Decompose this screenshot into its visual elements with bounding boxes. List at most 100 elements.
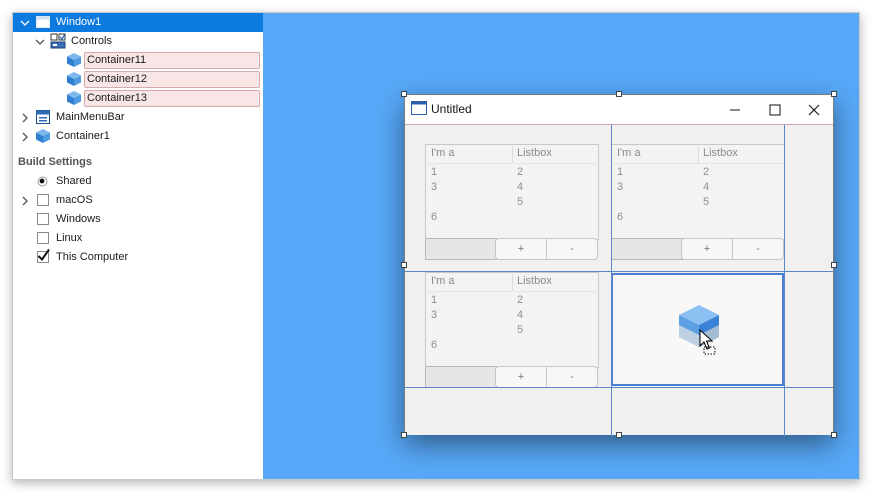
checkbox[interactable]	[37, 213, 49, 225]
remove-button[interactable]: -	[732, 238, 784, 260]
nav-item-label: Container13	[84, 90, 260, 107]
build-setting-linux[interactable]: Linux	[13, 229, 263, 248]
nav-item-controls[interactable]: Controls	[13, 32, 263, 51]
text-field[interactable]	[611, 238, 683, 260]
resize-handle[interactable]	[831, 262, 837, 268]
resize-handle[interactable]	[831, 91, 837, 97]
listbox-header: I'm a	[617, 147, 641, 159]
listbox-cell: 5	[517, 196, 524, 208]
column-separator	[698, 146, 699, 163]
window-icon	[35, 14, 51, 30]
drop-target-cell[interactable]	[611, 273, 784, 386]
listbox-header: Listbox	[517, 147, 552, 159]
nav-item-container11[interactable]: Container11	[13, 51, 263, 70]
container12[interactable]: I'm a Listbox 1 3 6 2 4 5 + -	[611, 144, 785, 260]
chevron-down-icon[interactable]	[34, 36, 46, 48]
build-setting-shared[interactable]: Shared	[13, 172, 263, 191]
checkbox-checked[interactable]	[37, 248, 50, 263]
listbox-cell: 2	[517, 166, 524, 178]
build-setting-macos[interactable]: macOS	[13, 191, 263, 210]
nav-item-label: Container11	[84, 52, 260, 69]
listbox[interactable]: I'm a Listbox 1 3 6 2 4 5	[425, 272, 599, 368]
nav-item-mainmenubar[interactable]: MainMenuBar	[13, 108, 263, 127]
listbox-cell: 6	[617, 211, 624, 223]
minimize-icon	[730, 109, 740, 110]
header-divider	[427, 163, 597, 164]
nav-item-label: Window1	[56, 16, 102, 28]
app-frame: Window1 Controls Container11 Container12…	[12, 12, 860, 480]
close-icon	[808, 104, 820, 115]
build-setting-label: macOS	[56, 194, 93, 206]
listbox[interactable]: I'm a Listbox 1 3 6 2 4 5	[611, 144, 785, 240]
chevron-right-icon[interactable]	[19, 131, 31, 143]
nav-item-label: Controls	[71, 35, 112, 47]
resize-handle[interactable]	[831, 432, 837, 438]
layout-editor-canvas[interactable]: Untitled I'm a Listbox 1 3 6 2 4 5 + - I…	[263, 13, 859, 479]
remove-button[interactable]: -	[546, 238, 598, 260]
container-icon	[66, 90, 82, 106]
listbox-toolbar: + -	[425, 238, 599, 260]
checkbox[interactable]	[37, 232, 49, 244]
maximize-icon	[769, 104, 781, 115]
container11[interactable]: I'm a Listbox 1 3 6 2 4 5 + -	[425, 144, 599, 260]
chevron-right-icon[interactable]	[19, 112, 31, 124]
build-setting-windows[interactable]: Windows	[13, 210, 263, 229]
listbox-header: I'm a	[431, 147, 455, 159]
listbox-header: Listbox	[703, 147, 738, 159]
guide-line	[784, 125, 785, 436]
column-separator	[512, 146, 513, 163]
build-setting-label: Shared	[56, 175, 92, 187]
window-title: Untitled	[431, 102, 472, 116]
resize-handle[interactable]	[401, 432, 407, 438]
listbox-cell: 4	[517, 309, 524, 321]
nav-item-label: Container1	[56, 130, 110, 142]
resize-handle[interactable]	[616, 91, 622, 97]
nav-item-container12[interactable]: Container12	[13, 70, 263, 89]
text-field[interactable]	[425, 366, 497, 388]
listbox[interactable]: I'm a Listbox 1 3 6 2 4 5	[425, 144, 599, 240]
listbox-cell: 3	[617, 181, 624, 193]
minimize-button[interactable]	[715, 95, 755, 124]
resize-handle[interactable]	[616, 432, 622, 438]
resize-handle[interactable]	[401, 91, 407, 97]
menubar-icon	[35, 109, 51, 125]
listbox-cell: 3	[431, 309, 438, 321]
listbox-cell: 1	[431, 294, 438, 306]
header-divider	[613, 163, 783, 164]
nav-item-window1[interactable]: Window1	[13, 13, 263, 32]
navigator-panel: Window1 Controls Container11 Container12…	[13, 13, 263, 479]
add-button[interactable]: +	[495, 238, 547, 260]
close-button[interactable]	[794, 95, 834, 124]
text-field[interactable]	[425, 238, 497, 260]
add-button[interactable]: +	[495, 366, 547, 388]
window-icon	[411, 101, 427, 115]
checkmark-icon	[37, 248, 50, 262]
add-button[interactable]: +	[681, 238, 733, 260]
window-preview[interactable]: Untitled I'm a Listbox 1 3 6 2 4 5 + - I…	[401, 91, 837, 438]
container13[interactable]: I'm a Listbox 1 3 6 2 4 5 + -	[425, 272, 599, 388]
listbox-cell: 1	[617, 166, 624, 178]
listbox-cell: 5	[517, 324, 524, 336]
listbox-toolbar: + -	[425, 366, 599, 388]
nav-item-container13[interactable]: Container13	[13, 89, 263, 108]
remove-button[interactable]: -	[546, 366, 598, 388]
build-setting-label: Linux	[56, 232, 83, 244]
guide-line	[405, 271, 833, 272]
window-content[interactable]: I'm a Listbox 1 3 6 2 4 5 + - I'm a List…	[405, 124, 833, 436]
resize-handle[interactable]	[401, 262, 407, 268]
listbox-cell: 6	[431, 339, 438, 351]
container-icon	[66, 71, 82, 87]
chevron-down-icon[interactable]	[19, 17, 31, 29]
chevron-right-icon[interactable]	[19, 195, 31, 207]
build-setting-this-computer[interactable]: This Computer	[13, 248, 263, 267]
nav-item-container1[interactable]: Container1	[13, 127, 263, 146]
listbox-cell: 6	[431, 211, 438, 223]
checkbox[interactable]	[37, 194, 49, 206]
maximize-button[interactable]	[755, 95, 795, 124]
column-separator	[512, 274, 513, 291]
window-titlebar[interactable]: Untitled	[405, 95, 833, 124]
listbox-cell: 5	[703, 196, 710, 208]
radio-selected-icon[interactable]	[37, 176, 48, 187]
container-icon	[35, 128, 51, 144]
nav-item-label: Container12	[84, 71, 260, 88]
